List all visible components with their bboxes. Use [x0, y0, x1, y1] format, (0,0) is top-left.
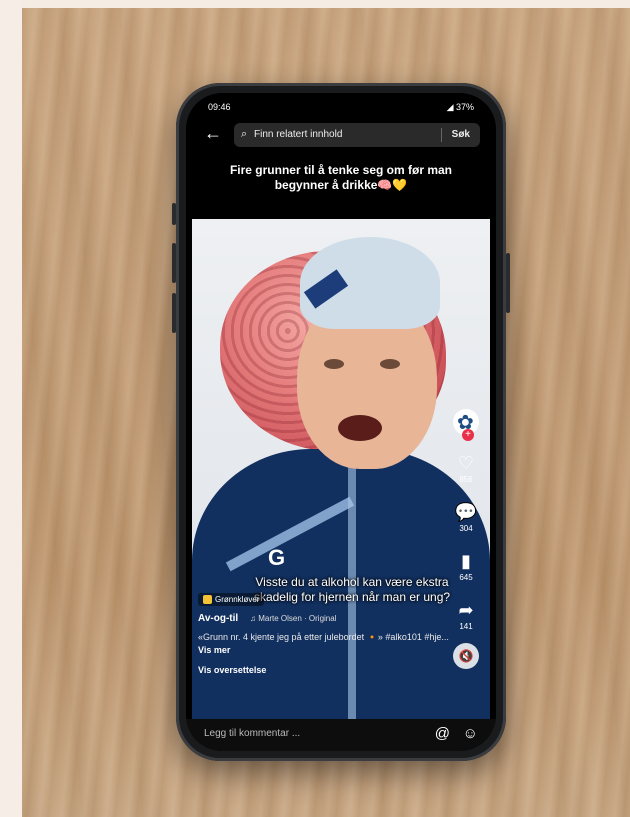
creator-avatar[interactable]: +: [453, 409, 479, 441]
description-text: «Grunn nr. 4 kjente jeg på etter julebor…: [198, 632, 449, 642]
volume-down-button: [172, 293, 176, 333]
volume-up-button: [172, 243, 176, 283]
dynamic-island: [314, 99, 368, 113]
search-placeholder: Finn relatert innhold: [254, 129, 343, 140]
person-mouth: [338, 415, 382, 441]
search-divider: [441, 128, 442, 142]
search-field[interactable]: ⌕ Finn relatert innhold Søk: [234, 123, 480, 147]
jacket-stripe: [225, 496, 355, 572]
bookmark-icon[interactable]: ▮: [448, 551, 484, 572]
status-time: 09:46: [208, 102, 231, 112]
effect-tag[interactable]: Grønnkløver: [198, 593, 265, 607]
post-description: «Grunn nr. 4 kjente jeg på etter julebor…: [198, 631, 458, 657]
right-eye: [380, 359, 400, 369]
left-margin: [0, 0, 22, 817]
see-more-link[interactable]: Vis mer: [198, 645, 230, 655]
battery-percent: 37%: [455, 102, 474, 112]
video-title: Fire grunner til å tenke seg om før man …: [229, 163, 453, 192]
translate-link[interactable]: Vis oversettelse: [198, 665, 266, 675]
tag-label: Grønnkløver: [215, 595, 260, 604]
search-button[interactable]: Søk: [452, 129, 470, 140]
comment-icon[interactable]: 💬: [448, 502, 484, 523]
comment-input[interactable]: Legg til kommentar ...: [204, 728, 300, 739]
music-label[interactable]: ♫ Marte Olsen · Original: [250, 614, 336, 623]
save-count: 645: [459, 573, 473, 582]
back-arrow-icon[interactable]: ←: [204, 124, 222, 142]
video-caption: Visste du at alkohol kan være ekstra ska…: [253, 575, 451, 604]
battery-status: ◢ 37%: [446, 102, 474, 112]
at-icon[interactable]: @: [435, 725, 450, 742]
search-header: ← ⌕ Finn relatert innhold Søk: [186, 119, 496, 149]
heart-icon[interactable]: ♡: [448, 453, 484, 474]
left-eye: [324, 359, 344, 369]
search-icon: ⌕: [241, 128, 248, 140]
jacket-logo: G: [268, 545, 286, 570]
username[interactable]: Av-og-til: [198, 613, 238, 624]
tag-icon: [203, 595, 212, 605]
status-bar: 09:46 ◢ 37%: [186, 93, 496, 117]
share-icon[interactable]: ➦: [448, 600, 484, 621]
phone-frame: 09:46 ◢ 37% ← ⌕ Finn relatert innhold Sø…: [172, 83, 510, 761]
emoji-icon[interactable]: ☺: [463, 725, 478, 742]
phone-screen: 09:46 ◢ 37% ← ⌕ Finn relatert innhold Sø…: [186, 93, 496, 751]
action-rail: + ♡ 856 💬 304 ▮ 645 ➦ 141 🔇: [448, 409, 484, 669]
power-button: [506, 253, 510, 313]
like-count: 856: [459, 475, 473, 484]
comment-bar: Legg til kommentar ... @ ☺: [186, 719, 496, 751]
comment-count: 304: [459, 524, 473, 533]
follow-plus-icon[interactable]: +: [462, 429, 474, 441]
share-count: 141: [459, 622, 473, 631]
mute-switch: [172, 203, 176, 225]
